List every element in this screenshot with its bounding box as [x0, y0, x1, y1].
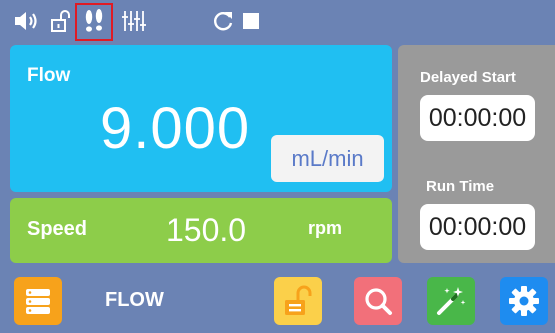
list-menu-icon: [26, 289, 50, 314]
search-icon: [365, 288, 392, 315]
flow-value[interactable]: 9.000: [100, 95, 250, 162]
refresh-icon[interactable]: [210, 8, 236, 34]
flow-label: Flow: [27, 65, 71, 86]
settings-button[interactable]: [500, 277, 548, 325]
run-time-label: Run Time: [426, 178, 495, 195]
run-time-field[interactable]: 00:00:00: [420, 204, 535, 250]
delayed-start-field[interactable]: 00:00:00: [420, 95, 535, 141]
speed-label: Speed: [27, 218, 88, 240]
equalizer-icon[interactable]: [120, 8, 148, 34]
flow-panel[interactable]: Flow 9.000 mL/min: [10, 45, 392, 192]
unlock-button[interactable]: [274, 277, 322, 325]
menu-button[interactable]: [14, 277, 62, 325]
bottom-bar: FLOW: [0, 268, 555, 333]
footprints-icon[interactable]: [80, 8, 108, 34]
wizard-button[interactable]: [427, 277, 475, 325]
magic-wand-icon: [437, 287, 466, 315]
unlocked-icon[interactable]: [48, 8, 74, 34]
speed-unit: rpm: [308, 218, 343, 238]
stop-square-icon[interactable]: [240, 8, 262, 34]
timer-panel: Delayed Start 00:00:00 Run Time 00:00:00: [398, 45, 555, 263]
speed-panel[interactable]: Speed 150.0 rpm: [10, 198, 392, 263]
delayed-start-label: Delayed Start: [420, 69, 516, 86]
status-bar: [0, 0, 555, 42]
mode-label: FLOW: [105, 289, 164, 311]
unlock-icon: [285, 285, 312, 315]
pump-screen: Flow 9.000 mL/min Speed 150.0 rpm Delaye…: [0, 0, 555, 333]
speaker-icon[interactable]: [12, 8, 42, 34]
speed-value[interactable]: 150.0: [166, 212, 246, 249]
search-button[interactable]: [354, 277, 402, 325]
settings-gear-icon: [509, 286, 539, 316]
flow-unit-button[interactable]: mL/min: [271, 135, 384, 182]
